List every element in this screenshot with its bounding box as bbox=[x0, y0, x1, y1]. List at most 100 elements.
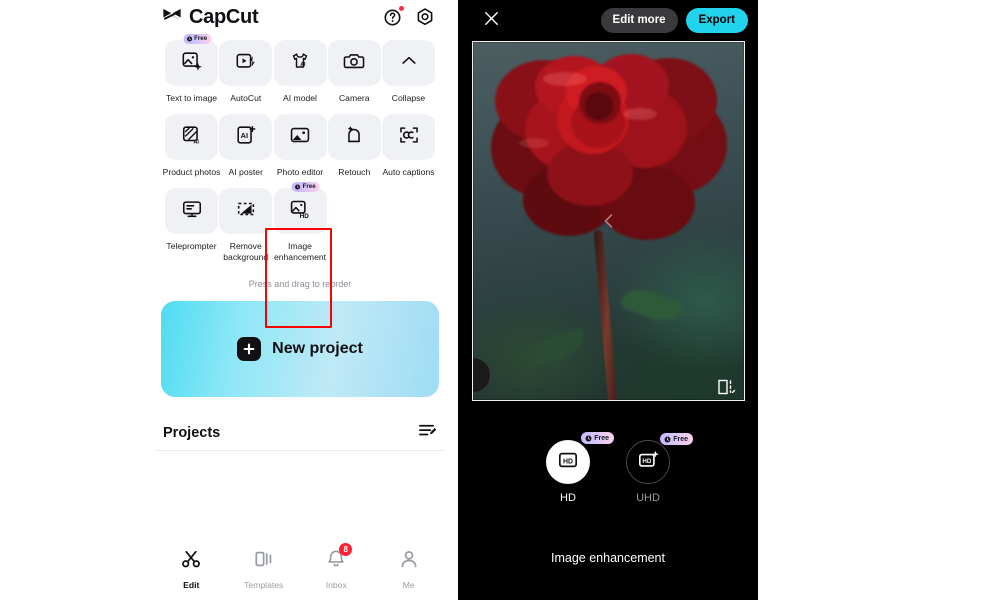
tool-tile bbox=[273, 114, 327, 160]
tool-autocut[interactable]: AutoCut bbox=[219, 40, 273, 104]
autocut-icon bbox=[235, 50, 257, 77]
plus-icon bbox=[237, 337, 262, 361]
free-badge-label: Free bbox=[302, 183, 316, 190]
tool-product-photos[interactable]: AI Product photos bbox=[162, 114, 221, 178]
uhd-icon: HD bbox=[637, 450, 659, 475]
templates-icon bbox=[253, 548, 275, 575]
image-enhancement-panel: Edit more Export Free HD HD Free HD UHD … bbox=[458, 0, 758, 600]
tool-tile bbox=[165, 188, 218, 234]
photo-editor-icon bbox=[289, 124, 311, 151]
tool-label: Image enhancement bbox=[273, 241, 327, 262]
free-badge: Free bbox=[581, 432, 614, 444]
camera-icon bbox=[343, 50, 365, 77]
svg-text:AI: AI bbox=[240, 130, 247, 139]
tool-row-3: Teleprompter Remove background Free HD I… bbox=[159, 182, 441, 263]
capcut-logo-icon bbox=[161, 5, 183, 30]
free-badge: Free bbox=[183, 34, 212, 44]
notification-dot bbox=[399, 6, 404, 11]
ai-poster-icon: AI bbox=[235, 124, 257, 151]
page-title: Projects bbox=[163, 424, 221, 441]
tool-image-enhancement[interactable]: Free HD Image enhancement bbox=[273, 182, 327, 263]
new-project-button[interactable]: New project bbox=[161, 301, 439, 397]
tool-tile bbox=[382, 114, 435, 160]
tool-retouch[interactable]: Retouch bbox=[327, 114, 381, 178]
app-header: CapCut bbox=[155, 0, 445, 30]
inbox-badge: 8 bbox=[339, 543, 353, 556]
nav-label: Me bbox=[402, 580, 415, 590]
tool-auto-captions[interactable]: Auto captions bbox=[382, 114, 435, 178]
rose-highlight bbox=[543, 72, 587, 86]
tool-tile bbox=[327, 40, 381, 86]
close-icon[interactable] bbox=[482, 9, 501, 33]
projects-bar: Projects bbox=[155, 415, 445, 451]
new-project-label: New project bbox=[272, 340, 363, 357]
bottom-nav: Edit Templates 8 Inbox Me bbox=[155, 542, 445, 600]
tool-collapse[interactable]: Collapse bbox=[382, 40, 435, 104]
tool-label: Camera bbox=[338, 93, 370, 103]
rose-highlight bbox=[519, 138, 549, 148]
tool-label: Text to image bbox=[165, 93, 218, 103]
quality-circle: Free HD bbox=[626, 433, 693, 484]
chevron-left-icon[interactable] bbox=[600, 212, 618, 230]
svg-text:HD: HD bbox=[642, 458, 651, 465]
panel-topbar: Edit more Export bbox=[458, 0, 758, 41]
nav-item-me[interactable]: Me bbox=[373, 548, 446, 590]
export-button[interactable]: Export bbox=[685, 8, 748, 33]
auto-captions-icon bbox=[398, 124, 420, 151]
rose-petal bbox=[585, 92, 613, 120]
tool-remove-background[interactable]: Remove background bbox=[219, 188, 273, 263]
tool-tile: Free HD bbox=[273, 182, 327, 234]
reorder-hint: Press and drag to reorder bbox=[248, 279, 352, 289]
quality-label: HD bbox=[560, 492, 576, 504]
svg-text:HD: HD bbox=[563, 458, 573, 465]
tool-ai-poster[interactable]: AI AI poster bbox=[219, 114, 273, 178]
rose-photo bbox=[473, 42, 744, 400]
header-actions bbox=[383, 6, 435, 27]
free-badge-label: Free bbox=[194, 35, 208, 42]
free-badge-label: Free bbox=[673, 435, 688, 443]
person-icon bbox=[398, 548, 420, 575]
text-to-image-icon bbox=[181, 50, 203, 77]
tool-photo-editor[interactable]: Photo editor bbox=[273, 114, 327, 178]
quality-option-uhd[interactable]: Free HD UHD bbox=[626, 433, 693, 504]
tool-label: Teleprompter bbox=[166, 241, 217, 251]
product-photos-icon: AI bbox=[181, 124, 203, 151]
quality-options: Free HD HD Free HD UHD bbox=[458, 432, 758, 504]
image-enhancement-icon: HD bbox=[289, 198, 311, 225]
nav-item-templates[interactable]: Templates bbox=[228, 548, 301, 590]
edit-list-icon[interactable] bbox=[418, 422, 437, 444]
tool-tile: AI bbox=[273, 40, 327, 86]
tool-label: AI poster bbox=[228, 167, 263, 177]
nav-item-edit[interactable]: Edit bbox=[155, 548, 228, 590]
tool-tile bbox=[219, 40, 273, 86]
quality-label: UHD bbox=[636, 492, 660, 504]
tool-ai-model[interactable]: AI AI model bbox=[273, 40, 327, 104]
edit-more-button[interactable]: Edit more bbox=[600, 8, 678, 33]
settings-icon[interactable] bbox=[415, 7, 435, 27]
tool-tile bbox=[327, 114, 381, 160]
retouch-icon bbox=[343, 124, 365, 151]
tool-camera[interactable]: Camera bbox=[327, 40, 381, 104]
svg-text:AI: AI bbox=[193, 139, 199, 145]
tool-grid: Free Text to image AutoCut AI AI model C… bbox=[155, 30, 445, 263]
svg-text:HD: HD bbox=[300, 212, 310, 219]
quality-circle: Free HD bbox=[546, 432, 614, 484]
help-icon[interactable] bbox=[383, 6, 404, 27]
image-preview[interactable] bbox=[472, 41, 745, 401]
ai-model-icon: AI bbox=[289, 50, 311, 77]
tool-teleprompter[interactable]: Teleprompter bbox=[165, 188, 218, 263]
free-badge: Free bbox=[291, 182, 320, 192]
free-badge: Free bbox=[660, 433, 693, 445]
tool-tile: AI bbox=[219, 114, 273, 160]
svg-text:AI: AI bbox=[300, 61, 306, 67]
tool-label: Product photos bbox=[162, 167, 221, 177]
quality-option-hd[interactable]: Free HD HD bbox=[546, 432, 614, 504]
resize-corner-icon[interactable] bbox=[718, 379, 736, 395]
tool-label: Auto captions bbox=[382, 167, 435, 177]
tool-label: Photo editor bbox=[276, 167, 324, 177]
remove-background-icon bbox=[235, 198, 257, 225]
nav-item-inbox[interactable]: 8 Inbox bbox=[300, 543, 373, 590]
capcut-home-panel: CapCut Free Text to image AutoCut AI AI … bbox=[155, 0, 445, 600]
rose-highlight bbox=[623, 108, 657, 120]
tool-text-to-image[interactable]: Free Text to image bbox=[165, 34, 218, 104]
